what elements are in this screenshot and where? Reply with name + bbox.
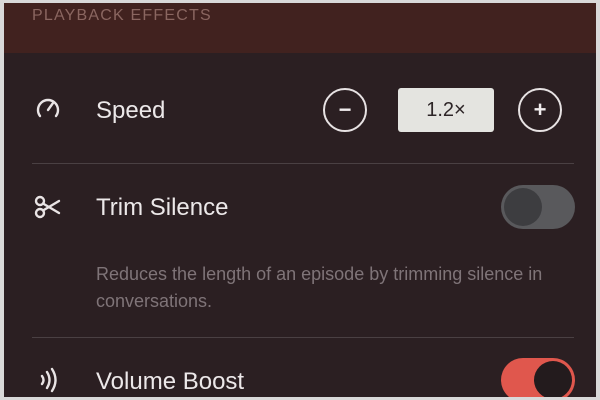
plus-icon: + — [533, 97, 547, 122]
section-header: PLAYBACK EFFECTS — [4, 3, 596, 53]
toggle-knob — [504, 188, 542, 226]
volume-boost-toggle[interactable] — [501, 358, 575, 397]
playback-effects-panel: PLAYBACK EFFECTS Speed − 1.2× + Trim Sil… — [4, 3, 596, 397]
scissors-icon — [32, 191, 64, 223]
speedometer-icon — [32, 92, 64, 124]
divider — [32, 337, 574, 338]
divider — [32, 163, 574, 164]
volume-boost-label: Volume Boost — [96, 368, 245, 395]
trim-silence-description: Reduces the length of an episode by trim… — [96, 264, 543, 311]
decrease-speed-button[interactable]: − — [323, 88, 367, 132]
section-title: PLAYBACK EFFECTS — [32, 7, 212, 24]
speed-label: Speed — [96, 97, 166, 124]
trim-silence-toggle[interactable] — [501, 185, 575, 229]
minus-icon: − — [338, 97, 352, 122]
trim-silence-label: Trim Silence — [96, 194, 229, 221]
sound-waves-icon — [32, 364, 64, 396]
toggle-knob — [534, 361, 572, 397]
increase-speed-button[interactable]: + — [518, 88, 562, 132]
speed-value-display: 1.2× — [398, 88, 494, 132]
